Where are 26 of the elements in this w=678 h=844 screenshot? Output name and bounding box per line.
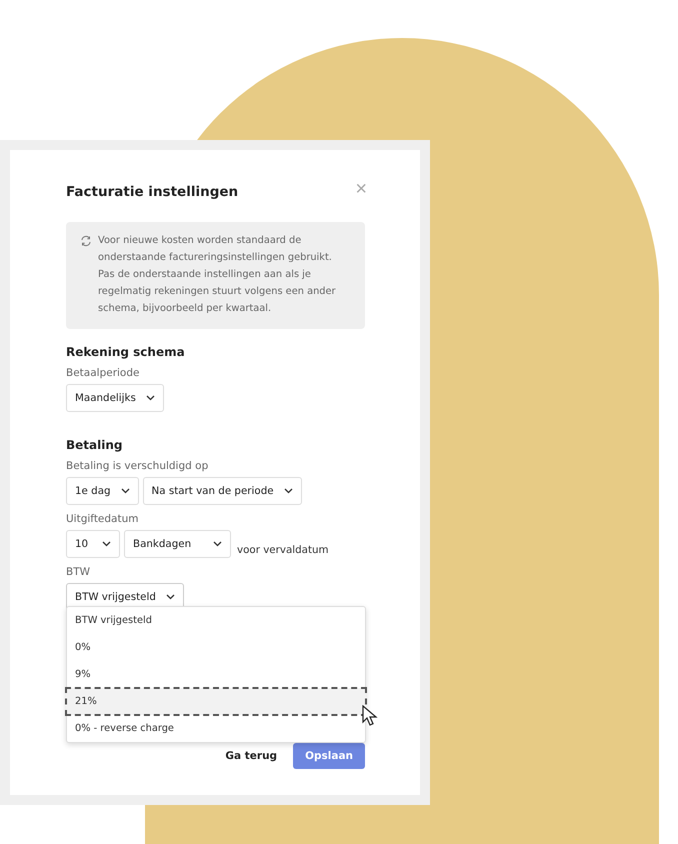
chevron-icon — [120, 488, 130, 494]
chevron-icon — [166, 594, 175, 600]
dialog-title: Facturatie instellingen — [66, 184, 238, 200]
field-suffix: voor vervaldatum — [237, 544, 329, 556]
dropdown-option[interactable]: 0% - reverse charge — [67, 715, 365, 742]
dropdown-option[interactable]: 0% — [67, 634, 365, 661]
info-text: Voor nieuwe kosten worden standaard de onderstaande factureringsinstellingen gebruikt. Pas de onderstaande instellingen aan als je regelmatig rekeningen stuurt volgens een ander schema, bijvoorbeeld per kwartaal. — [98, 234, 337, 316]
field-label: BTW — [66, 566, 91, 578]
dropdown-option[interactable]: 21% — [66, 688, 366, 715]
select-dropdown[interactable]: Na start van de periode — [142, 477, 302, 505]
refresh-icon — [80, 235, 92, 247]
field-label: Betaling is verschuldigd op — [66, 460, 210, 472]
field-label: Betaalperiode — [66, 367, 140, 379]
chevron-icon — [146, 395, 155, 401]
select-dropdown[interactable]: 10 — [66, 530, 120, 558]
chevron-icon — [213, 541, 222, 547]
back-button[interactable]: Ga terug — [225, 750, 278, 762]
section-heading: Betaling — [66, 438, 124, 452]
select-dropdown[interactable]: 1e dag — [66, 477, 139, 505]
field-label: Uitgiftedatum — [66, 513, 140, 525]
chevron-icon — [284, 488, 293, 494]
chevron-icon — [102, 541, 111, 547]
select-dropdown[interactable]: Bankdagen — [124, 530, 231, 558]
select-dropdown[interactable]: Maandelijks — [66, 384, 164, 412]
section-heading: Rekening schema — [66, 345, 186, 359]
dropdown-option[interactable]: 9% — [67, 661, 365, 688]
